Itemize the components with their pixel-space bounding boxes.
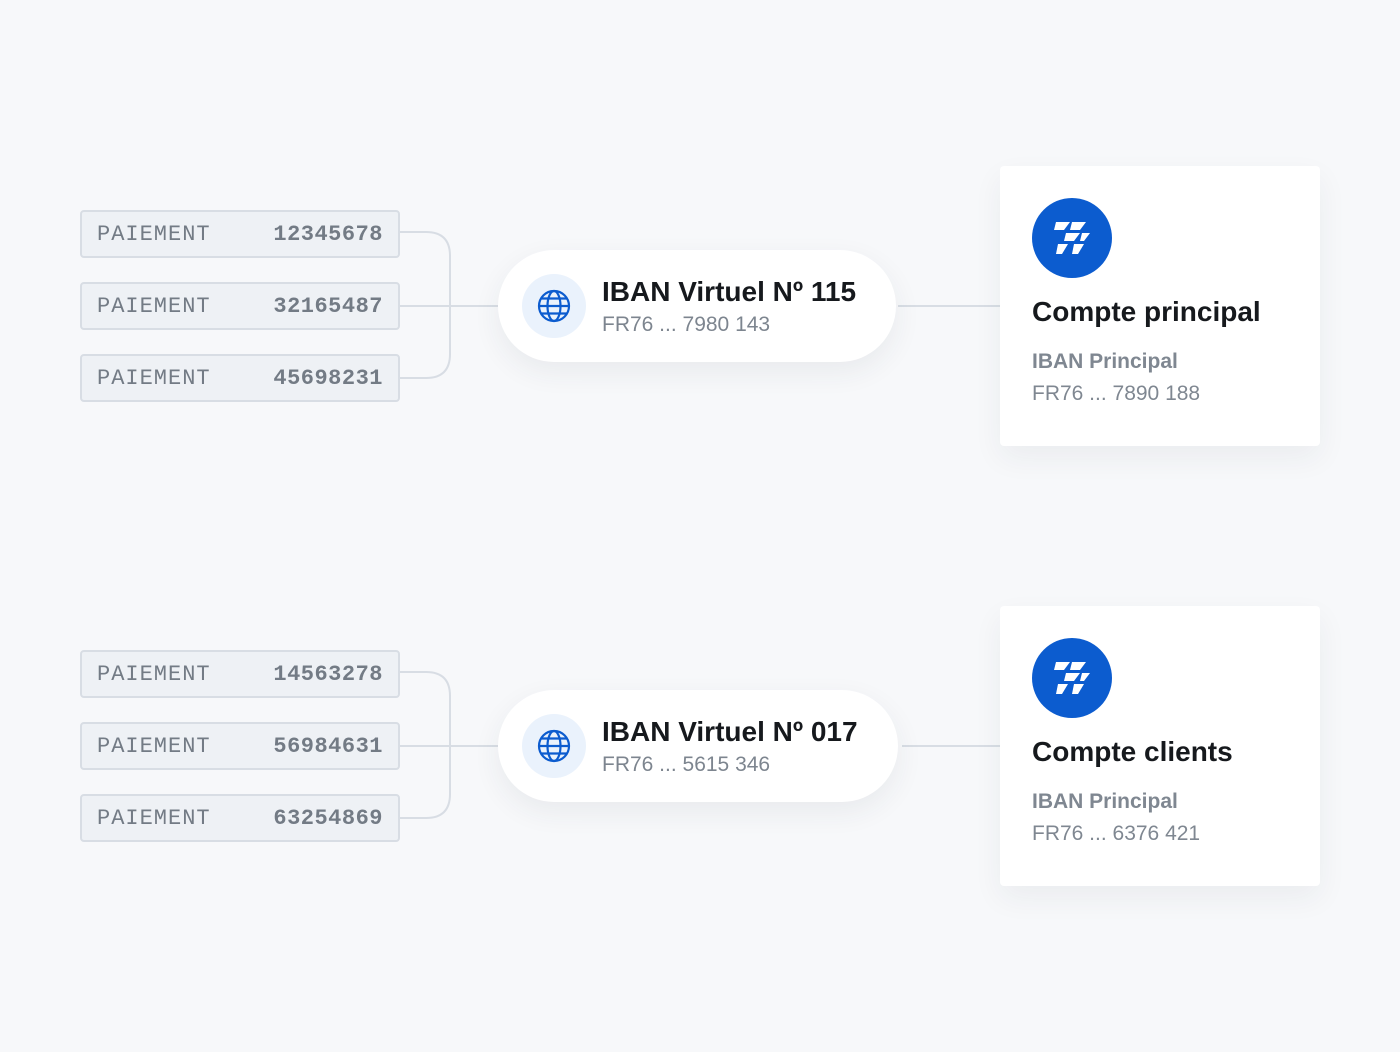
account-iban-number: FR76 ... 6376 421 — [1032, 822, 1201, 845]
payment-number: 45698231 — [273, 365, 383, 391]
payment-item: PAIEMENT 12345678 — [80, 210, 400, 258]
payment-number: 32165487 — [273, 293, 383, 319]
payment-label: PAIEMENT — [97, 293, 211, 319]
payment-label: PAIEMENT — [97, 221, 211, 247]
virtual-iban-title: IBAN Virtuel Nº 115 — [602, 276, 857, 307]
routing-group-2: PAIEMENT 14563278 PAIEMENT 56984631 PAIE… — [0, 606, 1400, 910]
payment-number: 12345678 — [273, 221, 383, 247]
payment-item: PAIEMENT 14563278 — [80, 650, 400, 698]
payment-label: PAIEMENT — [97, 805, 211, 831]
account-iban-label: IBAN Principal — [1032, 350, 1178, 373]
account-card: Compte principal IBAN Principal FR76 ...… — [1000, 166, 1320, 446]
payment-item: PAIEMENT 32165487 — [80, 282, 400, 330]
payment-item: PAIEMENT 45698231 — [80, 354, 400, 402]
payment-number: 14563278 — [273, 661, 383, 687]
payment-item: PAIEMENT 63254869 — [80, 794, 400, 842]
account-card: Compte clients IBAN Principal FR76 ... 6… — [1000, 606, 1320, 886]
bank-logo-icon — [1032, 198, 1112, 278]
virtual-iban-card: IBAN Virtuel Nº 115 FR76 ... 7980 143 — [498, 250, 897, 362]
payment-item: PAIEMENT 56984631 — [80, 722, 400, 770]
account-iban-label: IBAN Principal — [1032, 790, 1178, 813]
payment-number: 63254869 — [273, 805, 383, 831]
account-iban-number: FR76 ... 7890 188 — [1032, 382, 1201, 405]
bank-logo-icon — [1032, 638, 1112, 718]
routing-group-1: PAIEMENT 12345678 PAIEMENT 32165487 PAIE… — [0, 166, 1400, 470]
account-title: Compte principal — [1032, 296, 1261, 327]
payment-label: PAIEMENT — [97, 733, 211, 759]
payment-label: PAIEMENT — [97, 365, 211, 391]
payment-number: 56984631 — [273, 733, 383, 759]
virtual-iban-number: FR76 ... 5615 346 — [602, 753, 771, 776]
virtual-iban-number: FR76 ... 7980 143 — [602, 313, 771, 336]
account-title: Compte clients — [1032, 736, 1233, 767]
globe-icon — [522, 274, 586, 338]
virtual-iban-card: IBAN Virtuel Nº 017 FR76 ... 5615 346 — [498, 690, 898, 802]
globe-icon — [522, 714, 586, 778]
payment-label: PAIEMENT — [97, 661, 211, 687]
virtual-iban-title: IBAN Virtuel Nº 017 — [602, 716, 858, 747]
